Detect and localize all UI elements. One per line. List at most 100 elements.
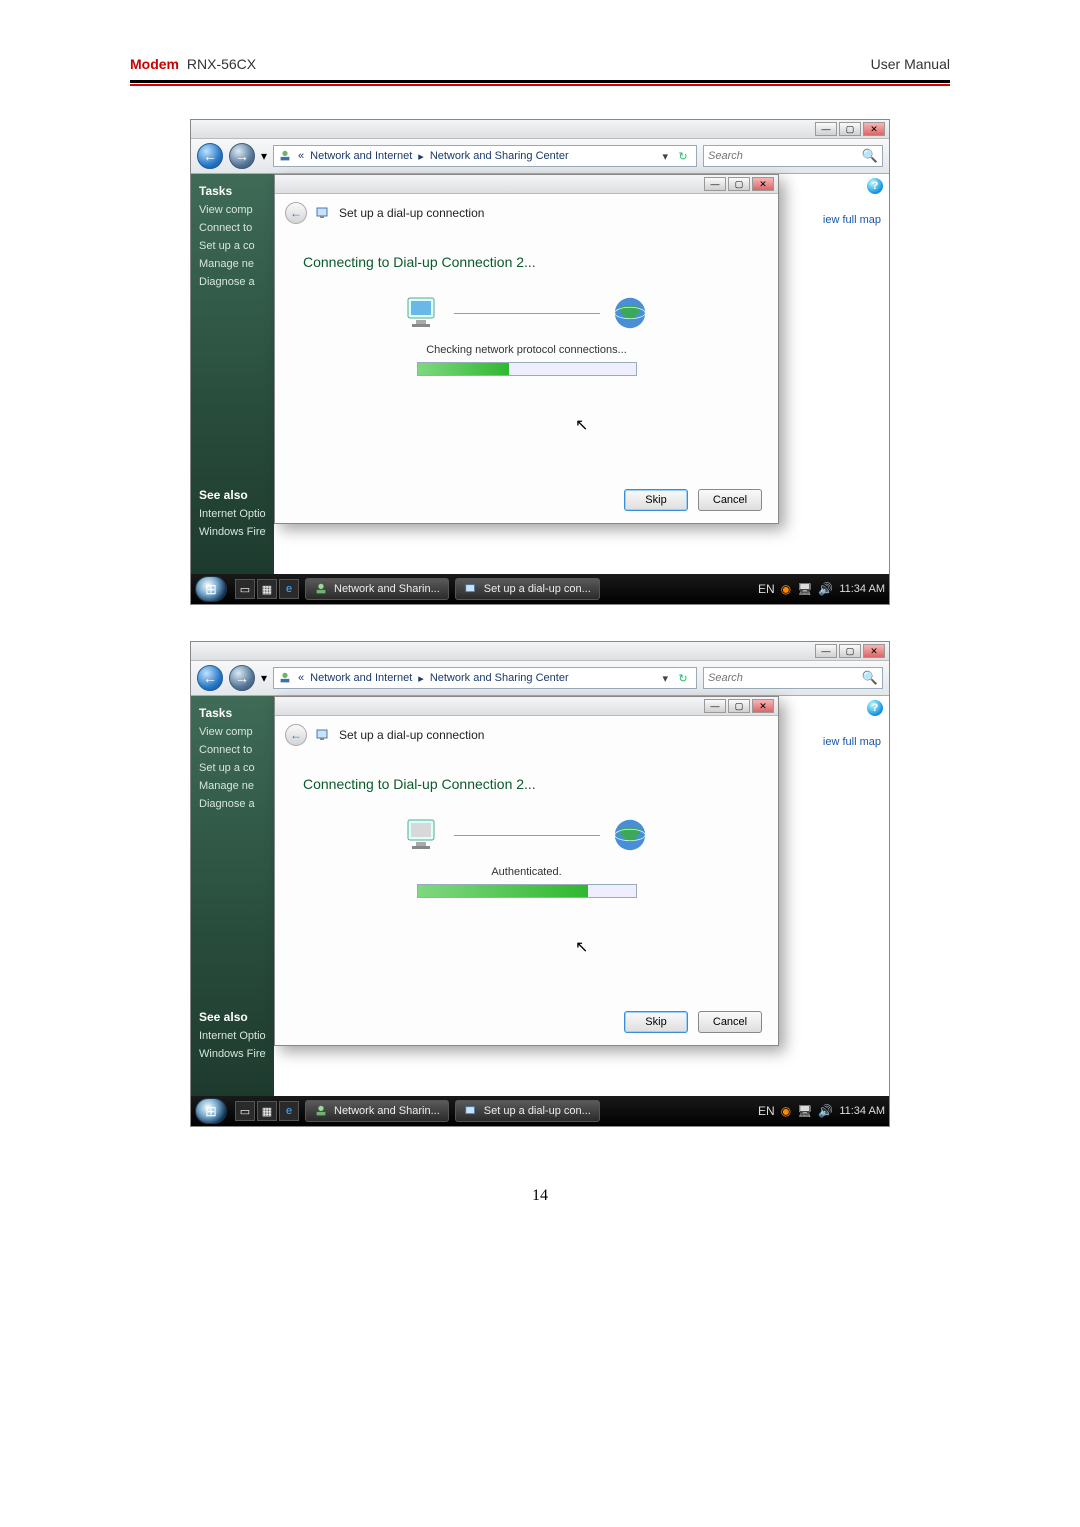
search-input[interactable] [708,672,858,684]
system-tray[interactable]: EN ◉ 🖥 🔊 11:34 AM [758,582,885,596]
ql-show-desktop[interactable]: ▭ [235,1101,255,1121]
taskbar-btn-2-label: Set up a dial-up con... [484,583,591,595]
skip-button[interactable]: Skip [624,1011,688,1033]
see-also-internet-options[interactable]: Internet Options [199,1030,266,1042]
tray-network-icon[interactable]: 🖥 [797,582,812,596]
refresh-icon[interactable]: ↻ [674,672,692,685]
close-button[interactable]: ✕ [863,644,885,658]
breadcrumb-sep: ▸ [418,672,424,685]
connection-animation [402,294,652,332]
dialog-back-button[interactable]: ← [285,724,307,746]
start-button[interactable]: ⊞ [195,576,227,602]
breadcrumb-dropdown[interactable]: ▾ [662,150,668,163]
taskbar-btn-dialup-wizard[interactable]: Set up a dial-up con... [455,1100,600,1122]
breadcrumb-item-2[interactable]: Network and Sharing Center [430,150,569,162]
breadcrumb-item-1[interactable]: Network and Internet [310,150,412,162]
tray-security-icon[interactable]: ◉ [781,1104,791,1118]
dialup-icon [464,582,478,596]
tray-language-icon[interactable]: EN [758,582,775,596]
screenshot-1: — ▢ ✕ ← → ▾ « Network and Internet ▸ Net… [130,119,950,605]
dialog-window-controls: — ▢ ✕ [275,175,778,194]
progress-bar [417,362,637,376]
sidebar-item-set-up-connection[interactable]: Set up a co [199,762,266,774]
breadcrumb-bar[interactable]: « Network and Internet ▸ Network and Sha… [273,145,697,167]
breadcrumb-bar[interactable]: « Network and Internet ▸ Network and Sha… [273,667,697,689]
nav-back-button[interactable]: ← [197,143,223,169]
sidebar-item-view-computers[interactable]: View comp [199,726,266,738]
help-icon[interactable]: ? [867,700,883,716]
sidebar-item-diagnose[interactable]: Diagnose a [199,276,266,288]
ql-switch-windows[interactable]: ▦ [257,579,277,599]
tasks-sidebar: Tasks View comp Connect to Set up a co M… [191,696,274,1096]
minimize-button[interactable]: — [815,122,837,136]
taskbar-btn-dialup-wizard[interactable]: Set up a dial-up con... [455,578,600,600]
nav-forward-button[interactable]: → [229,143,255,169]
tray-clock[interactable]: 11:34 AM [839,583,885,595]
dialog-title: Set up a dial-up connection [339,206,484,220]
tray-network-icon[interactable]: 🖥 [797,1104,812,1118]
see-also-header: See also [199,1010,266,1024]
outer-window-controls: — ▢ ✕ [191,120,889,139]
sidebar-item-manage-network[interactable]: Manage ne [199,780,266,792]
breadcrumb-item-1[interactable]: Network and Internet [310,672,412,684]
doc-header: Modem RNX-56CX User Manual [130,56,950,83]
dialog-heading: Connecting to Dial-up Connection 2... [303,254,750,270]
view-full-map-link[interactable]: iew full map [823,214,881,226]
system-tray[interactable]: EN ◉ 🖥 🔊 11:34 AM [758,1104,885,1118]
minimize-button[interactable]: — [815,644,837,658]
cancel-button[interactable]: Cancel [698,489,762,511]
see-also-windows-firewall[interactable]: Windows Firewall [199,1048,266,1060]
tray-volume-icon[interactable]: 🔊 [818,582,833,596]
computer-icon [402,816,446,854]
breadcrumb-item-2[interactable]: Network and Sharing Center [430,672,569,684]
tray-security-icon[interactable]: ◉ [781,582,791,596]
sidebar-item-diagnose[interactable]: Diagnose a [199,798,266,810]
dialog-status-text: Authenticated. [303,866,750,878]
sidebar-item-connect-to[interactable]: Connect to [199,744,266,756]
dialog-minimize-button[interactable]: — [704,699,726,713]
nav-history-dropdown[interactable]: ▾ [261,671,267,685]
tasks-sidebar: Tasks View comp Connect to Set up a co M… [191,174,274,574]
view-full-map-link[interactable]: iew full map [823,736,881,748]
taskbar-btn-1-label: Network and Sharin... [334,583,440,595]
dialog-close-button[interactable]: ✕ [752,177,774,191]
help-icon[interactable]: ? [867,178,883,194]
taskbar-btn-network-sharing[interactable]: Network and Sharin... [305,1100,449,1122]
start-button[interactable]: ⊞ [195,1098,227,1124]
dialog-maximize-button[interactable]: ▢ [728,177,750,191]
search-box[interactable]: 🔍 [703,667,883,689]
taskbar-btn-1-label: Network and Sharin... [334,1105,440,1117]
sidebar-item-manage-network[interactable]: Manage ne [199,258,266,270]
nav-history-dropdown[interactable]: ▾ [261,149,267,163]
refresh-icon[interactable]: ↻ [674,150,692,163]
tray-clock[interactable]: 11:34 AM [839,1105,885,1117]
restore-button[interactable]: ▢ [839,122,861,136]
breadcrumb-dropdown[interactable]: ▾ [662,672,668,685]
search-icon[interactable]: 🔍 [862,148,878,164]
search-box[interactable]: 🔍 [703,145,883,167]
nav-back-button[interactable]: ← [197,665,223,691]
sidebar-item-view-computers[interactable]: View comp [199,204,266,216]
ql-ie-icon[interactable]: e [279,1101,299,1121]
ql-ie-icon[interactable]: e [279,579,299,599]
tray-volume-icon[interactable]: 🔊 [818,1104,833,1118]
dialog-back-button[interactable]: ← [285,202,307,224]
close-button[interactable]: ✕ [863,122,885,136]
ql-show-desktop[interactable]: ▭ [235,579,255,599]
sidebar-item-set-up-connection[interactable]: Set up a co [199,240,266,252]
nav-forward-button[interactable]: → [229,665,255,691]
skip-button[interactable]: Skip [624,489,688,511]
dialog-maximize-button[interactable]: ▢ [728,699,750,713]
restore-button[interactable]: ▢ [839,644,861,658]
sidebar-item-connect-to[interactable]: Connect to [199,222,266,234]
dialog-minimize-button[interactable]: — [704,177,726,191]
ql-switch-windows[interactable]: ▦ [257,1101,277,1121]
search-input[interactable] [708,150,858,162]
search-icon[interactable]: 🔍 [862,670,878,686]
cancel-button[interactable]: Cancel [698,1011,762,1033]
taskbar-btn-network-sharing[interactable]: Network and Sharin... [305,578,449,600]
tray-language-icon[interactable]: EN [758,1104,775,1118]
see-also-windows-firewall[interactable]: Windows Firewall [199,526,266,538]
dialog-close-button[interactable]: ✕ [752,699,774,713]
see-also-internet-options[interactable]: Internet Options [199,508,266,520]
